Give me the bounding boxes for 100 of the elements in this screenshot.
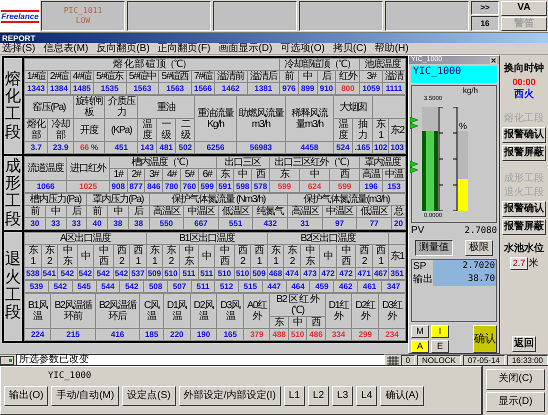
menu-item[interactable]: 帮助(H) [374,43,409,54]
table-cell: 165 [216,328,244,340]
table-cell: 468 [267,268,284,280]
table-cell: 760 [180,180,198,192]
command-button[interactable]: 确认(A) [380,386,424,406]
column-header: 西 [330,168,360,180]
sp-label: SP [413,260,428,273]
window-title: REPORT [2,34,36,42]
column-header: 罩内温度 [360,156,406,168]
alarm-slot[interactable] [213,1,297,31]
mode-button[interactable]: E [431,340,449,353]
column-header: 中温区 [184,206,218,218]
table-cell: 40 [86,218,108,230]
mode-button[interactable]: M [411,325,429,338]
column-header: 3# [360,70,383,82]
command-button[interactable]: 外部设定/内部设定(I) [178,386,281,406]
command-button[interactable]: 手动/自动(M) [51,386,120,406]
column-header: 东 [269,168,300,180]
table-cell: 220 [163,328,190,340]
table-cell: 1462 [214,82,247,94]
table-cell: 471 [356,268,372,280]
table-cell: 1025 [66,180,110,192]
menu-item[interactable]: 反向翻页(B) [96,43,150,54]
status-field: 07-05-14 [462,354,505,366]
column-header: 旋转闸板 [73,96,105,118]
alarm-slot[interactable] [299,1,383,31]
table-cell: 299 [352,328,379,340]
command-button[interactable]: L4 [356,386,378,406]
alarm-tag: PIC_1011 [64,6,102,16]
table-cell: 416 [95,328,140,340]
alarm-ack-button[interactable]: 报警确认 [502,201,546,217]
column-header: 高温区 [288,206,322,218]
command-button[interactable]: 输出(O) [4,386,48,406]
table-cell: 667 [184,218,218,230]
alarm-count: 16 [471,16,499,31]
menu-item[interactable]: 选择(S) [2,43,36,54]
alarm-state: LOW [76,16,90,26]
table-cell: 510 [234,268,251,280]
command-button[interactable]: L2 [308,386,330,406]
alarm-mute-button[interactable]: 报警屏蔽 [502,145,546,161]
status-message: 所选参数已改变 [16,354,385,366]
table-cell: 38 [128,218,149,230]
menu-item[interactable]: 拷贝(C) [332,43,367,54]
command-button[interactable]: 设定点(S) [122,386,176,406]
menu-item[interactable]: 画面显示(D) [218,43,272,54]
column-header: B2风温循环前 [50,294,96,328]
alarm-slot[interactable] [385,1,469,31]
menu-item[interactable]: 可选项(O) [280,43,325,54]
window-button[interactable]: 显示(D) [486,392,545,412]
column-header: 熔化部 [24,118,48,142]
table-cell: 1343 [24,82,48,94]
column-header: 低温区 [356,206,392,218]
window-button[interactable]: 关闭(C) [486,369,545,390]
table-cell: 542 [58,268,78,280]
view-button[interactable]: 测量值 [415,240,453,256]
view-button[interactable]: 极限 [465,240,493,256]
column-header: 5#碹中 [126,70,159,82]
table-cell: 537 [130,268,146,280]
mode-button[interactable]: A [411,340,429,353]
column-header: 温度 [333,118,352,142]
column-header: 东 [216,168,234,180]
column-header: (KPa) [104,118,138,142]
menu-item[interactable]: 正向翻页(F) [158,43,210,54]
table-cell: 899 [298,82,318,94]
menu-item[interactable]: 信息表(M) [43,43,88,54]
close-icon[interactable] [490,56,497,64]
tag-display: YIC_1000 [411,66,497,83]
alarm-ack-button[interactable]: 报警确认 [502,127,546,143]
table-cell: 510 [162,268,180,280]
table-cell: 215 [50,328,96,340]
column-header: 中 [320,244,336,268]
back-button[interactable]: 返回 [512,336,536,352]
table-cell: 4458 [286,142,334,154]
column-header: 高温区 [149,206,184,218]
table-cell: 56983 [236,142,286,154]
table-cell: 474 [284,268,300,280]
confirm-button[interactable]: 确认 [473,325,497,353]
horn-button[interactable]: VA [501,1,547,16]
grid-icon[interactable] [386,356,399,364]
table-cell: 780 [162,180,180,192]
command-button[interactable]: L3 [332,386,354,406]
sp-value: 2.7020 [462,260,495,273]
column-header: 重油流量Kg/h [194,96,236,142]
alarm-mute-button[interactable]: 报警屏蔽 [502,219,546,235]
command-button[interactable]: L1 [284,386,305,406]
column-header: 中 [299,168,330,180]
column-header: 西1 [372,244,389,268]
alarm-slot[interactable] [127,1,211,31]
pool-level-value: 2.7 [510,257,528,270]
column-header: 开度 [73,118,105,142]
table-cell: 502 [176,142,195,154]
table-cell: 507 [168,280,192,292]
column-header: 温度 [138,118,157,142]
more-button[interactable]: >> [471,1,499,15]
column-header: 东1 [388,244,406,268]
mode-button[interactable]: I [431,325,449,338]
column-header: 东1 [372,118,389,142]
column-header: 窑压(Pa) [24,96,74,118]
column-header: D1风温 [163,294,190,328]
table-cell: 542 [113,268,130,280]
